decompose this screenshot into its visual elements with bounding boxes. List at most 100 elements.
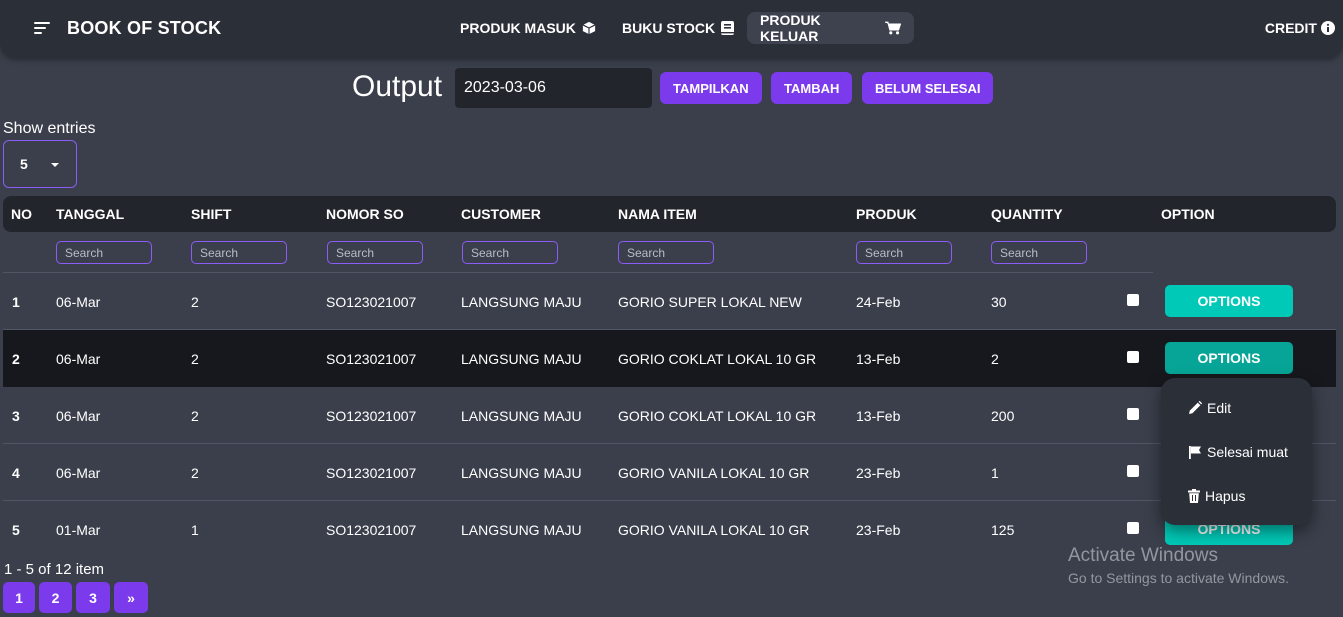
table-header: NO TANGGAL SHIFT NOMOR SO CUSTOMER NAMA …	[3, 196, 1336, 232]
cell-tanggal: 06-Mar	[56, 351, 101, 367]
cell-nama-item: GORIO VANILA LOKAL 10 GR	[618, 465, 810, 481]
nav-produk-masuk[interactable]: PRODUK MASUK	[447, 12, 609, 44]
cell-tanggal: 06-Mar	[56, 408, 101, 424]
cell-nomor-so: SO123021007	[326, 465, 417, 481]
flag-icon	[1189, 446, 1201, 459]
row-checkbox[interactable]	[1127, 522, 1139, 534]
cell-tanggal: 06-Mar	[56, 465, 101, 481]
table-row: 1 06-Mar 2 SO123021007 LANGSUNG MAJU GOR…	[3, 273, 1336, 330]
nomor-so-search-input[interactable]	[327, 241, 423, 264]
tanggal-search-input[interactable]	[56, 241, 152, 264]
cell-customer: LANGSUNG MAJU	[461, 294, 582, 310]
cell-produk: 23-Feb	[856, 465, 901, 481]
column-header[interactable]: CUSTOMER	[461, 206, 541, 222]
cell-shift: 2	[191, 294, 199, 310]
cell-shift: 1	[191, 522, 199, 538]
book-icon	[721, 21, 735, 35]
activate-windows-subtitle: Go to Settings to activate Windows.	[1068, 570, 1289, 586]
row-checkbox[interactable]	[1127, 294, 1139, 306]
cell-produk: 13-Feb	[856, 408, 901, 424]
column-header[interactable]: PRODUK	[856, 206, 917, 222]
cell-tanggal: 06-Mar	[56, 294, 101, 310]
table-row: 4 06-Mar 2 SO123021007 LANGSUNG MAJU GOR…	[3, 444, 1336, 501]
options-button[interactable]: OPTIONS	[1165, 342, 1293, 374]
top-navbar: BOOK OF STOCK PRODUK MASUK BUKU STOCK PR…	[0, 0, 1343, 58]
cell-tanggal: 01-Mar	[56, 522, 101, 538]
nama-item-search-input[interactable]	[618, 241, 714, 264]
entries-select[interactable]: 5	[3, 140, 77, 188]
options-dropdown-menu: Edit Selesai muat Hapus	[1161, 378, 1312, 525]
page-button-3[interactable]: 3	[76, 582, 110, 613]
column-header: OPTION	[1161, 206, 1215, 222]
column-header[interactable]: QUANTITY	[991, 206, 1063, 222]
cell-quantity: 30	[991, 294, 1007, 310]
cell-nama-item: GORIO VANILA LOKAL 10 GR	[618, 522, 810, 538]
hamburger-menu-icon[interactable]	[34, 20, 52, 36]
cell-no: 5	[12, 522, 20, 538]
cell-quantity: 125	[991, 522, 1015, 538]
next-page-button[interactable]: »	[114, 582, 148, 613]
produk-search-input[interactable]	[856, 241, 952, 264]
cell-shift: 2	[191, 351, 199, 367]
menu-item-selesai-muat[interactable]: Selesai muat	[1188, 444, 1288, 460]
caret-down-icon	[51, 163, 59, 167]
date-input[interactable]	[455, 68, 652, 108]
cell-nomor-so: SO123021007	[326, 408, 417, 424]
tambah-button[interactable]: TAMBAH	[771, 72, 853, 104]
tampilkan-button[interactable]: TAMPILKAN	[660, 72, 762, 104]
shift-search-input[interactable]	[191, 241, 287, 264]
menu-item-label: Hapus	[1205, 488, 1246, 504]
row-checkbox[interactable]	[1127, 351, 1139, 363]
cell-no: 2	[12, 351, 20, 367]
cell-no: 1	[12, 294, 20, 310]
show-entries-label: Show entries	[3, 120, 96, 137]
cell-nomor-so: SO123021007	[326, 351, 417, 367]
table-row: 2 06-Mar 2 SO123021007 LANGSUNG MAJU GOR…	[3, 330, 1336, 387]
cell-customer: LANGSUNG MAJU	[461, 522, 582, 538]
options-button[interactable]: OPTIONS	[1165, 285, 1293, 317]
activate-windows-title: Activate Windows	[1068, 545, 1218, 566]
cell-quantity: 2	[991, 351, 999, 367]
cell-produk: 23-Feb	[856, 522, 901, 538]
table-row: 3 06-Mar 2 SO123021007 LANGSUNG MAJU GOR…	[3, 387, 1336, 444]
customer-search-input[interactable]	[462, 241, 558, 264]
menu-item-hapus[interactable]: Hapus	[1188, 488, 1245, 504]
column-header[interactable]: NAMA ITEM	[618, 206, 697, 222]
cell-no: 4	[12, 465, 20, 481]
app-title: BOOK OF STOCK	[67, 18, 222, 38]
quantity-search-input[interactable]	[991, 241, 1087, 264]
cell-nomor-so: SO123021007	[326, 522, 417, 538]
belum-selesai-button[interactable]: BELUM SELESAI	[862, 72, 994, 104]
info-icon	[1321, 21, 1335, 35]
cell-nomor-so: SO123021007	[326, 294, 417, 310]
pencil-icon	[1189, 401, 1202, 414]
cell-customer: LANGSUNG MAJU	[461, 465, 582, 481]
page-title: Output	[352, 70, 443, 103]
column-header[interactable]: NOMOR SO	[326, 206, 404, 222]
cell-quantity: 1	[991, 465, 999, 481]
cell-no: 3	[12, 408, 20, 424]
cell-customer: LANGSUNG MAJU	[461, 351, 582, 367]
nav-label: PRODUK KELUAR	[760, 12, 821, 44]
cube-icon	[582, 21, 596, 35]
nav-buku-stock[interactable]: BUKU STOCK	[609, 12, 747, 44]
pagination-summary: 1 - 5 of 12 item	[4, 561, 105, 578]
menu-item-label: Edit	[1207, 400, 1232, 416]
nav-produk-keluar[interactable]: PRODUK KELUAR	[747, 12, 914, 44]
row-checkbox[interactable]	[1127, 465, 1139, 477]
column-header[interactable]: NO	[11, 206, 32, 222]
page-button-1[interactable]: 1	[3, 582, 35, 613]
cell-shift: 2	[191, 408, 199, 424]
cart-icon	[884, 21, 901, 35]
column-header[interactable]: TANGGAL	[56, 206, 124, 222]
column-header[interactable]: SHIFT	[191, 206, 231, 222]
row-checkbox[interactable]	[1127, 408, 1139, 420]
menu-item-edit[interactable]: Edit	[1188, 400, 1231, 416]
credit-link[interactable]: CREDIT	[1265, 20, 1335, 36]
cell-nama-item: GORIO COKLAT LOKAL 10 GR	[618, 408, 817, 424]
cell-customer: LANGSUNG MAJU	[461, 408, 582, 424]
cell-shift: 2	[191, 465, 199, 481]
page-button-2[interactable]: 2	[39, 582, 72, 613]
trash-icon	[1188, 489, 1200, 503]
cell-nama-item: GORIO COKLAT LOKAL 10 GR	[618, 351, 817, 367]
